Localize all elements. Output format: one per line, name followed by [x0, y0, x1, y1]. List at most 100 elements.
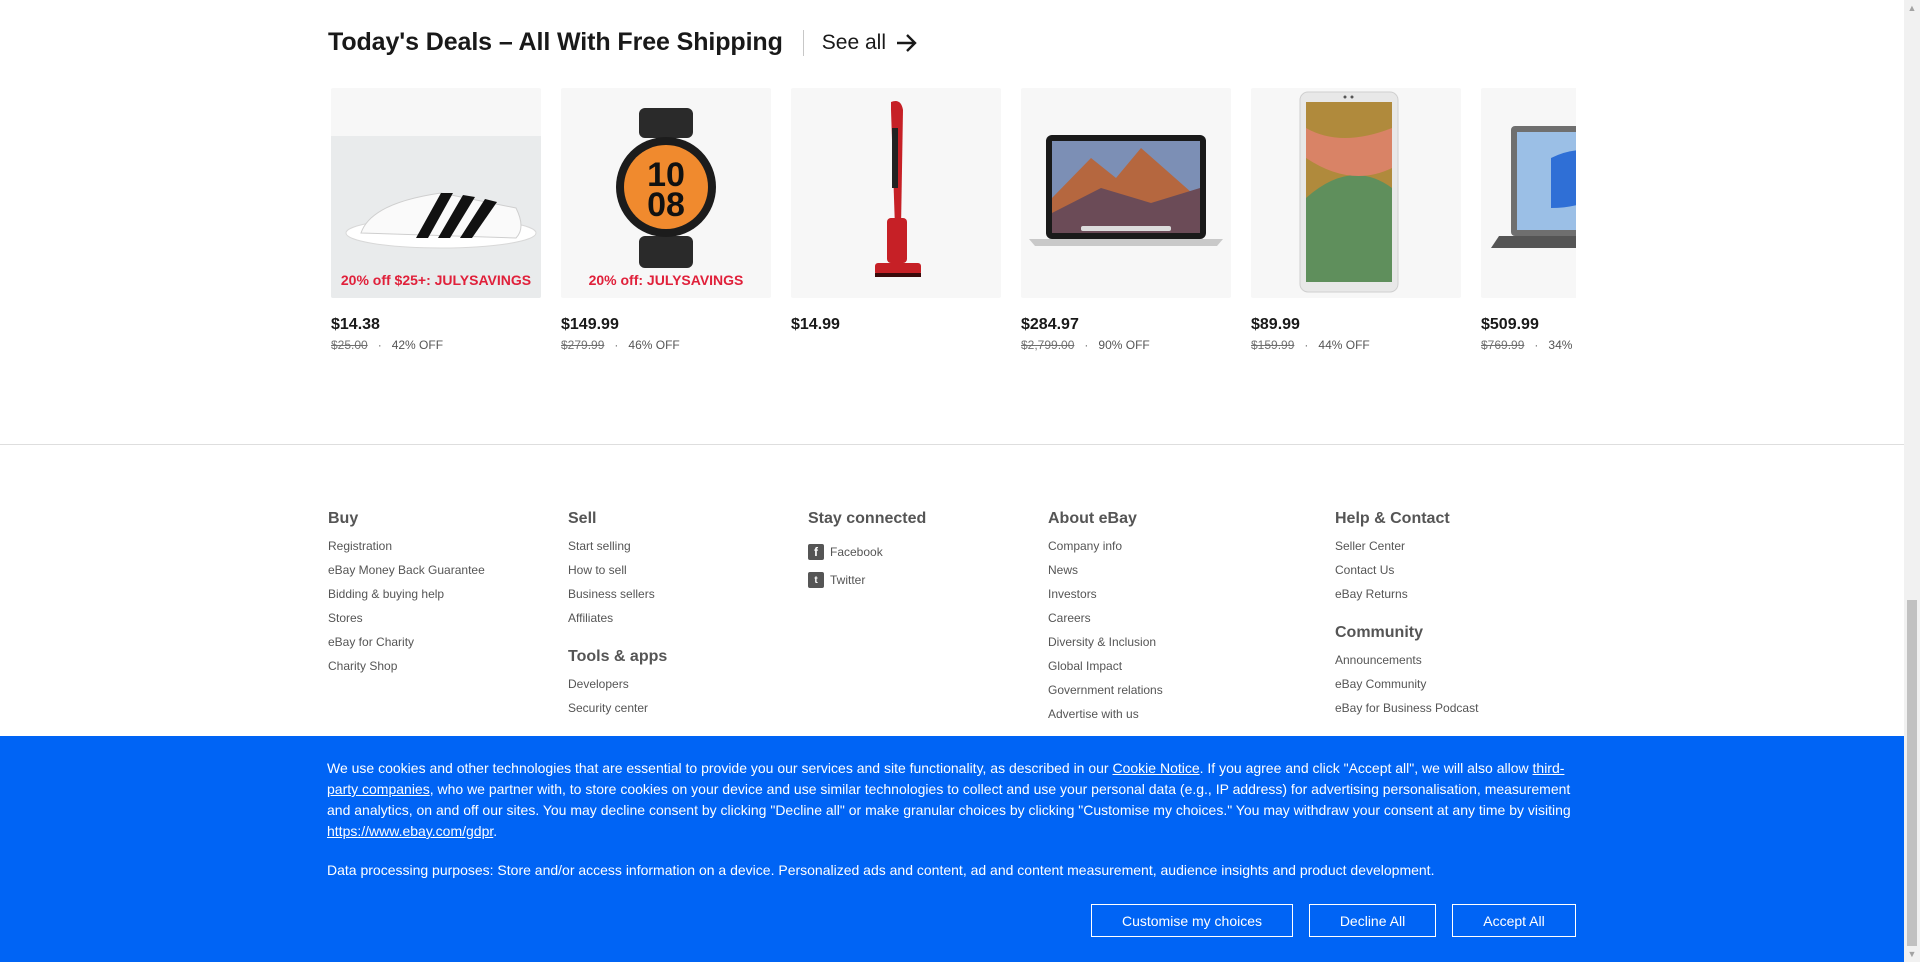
cookie-text: , who we partner with, to store cookies …	[327, 781, 1571, 818]
footer-link[interactable]: Investors	[1048, 586, 1163, 610]
page: Today's Deals – All With Free Shipping S…	[0, 0, 1904, 962]
footer-link[interactable]: eBay for Charity	[328, 634, 485, 658]
footer-link[interactable]: Business sellers	[568, 586, 667, 610]
product-image[interactable]: 10 08 20% off: JULYSAVINGS	[561, 88, 771, 298]
deal-card[interactable]: $14.99	[791, 88, 1001, 335]
see-all-label: See all	[821, 30, 886, 54]
footer-link[interactable]: Bidding & buying help	[328, 586, 485, 610]
discount: 90% OFF	[1098, 338, 1150, 352]
decline-all-button[interactable]: Decline All	[1309, 904, 1436, 937]
footer-col-stay-connected: Stay connected f Facebook t Twitter	[808, 510, 926, 594]
scrollbar-thumb[interactable]	[1907, 600, 1917, 946]
discount: 44% OFF	[1318, 338, 1370, 352]
price: $284.97	[1021, 316, 1079, 333]
separator-dot: ·	[614, 338, 619, 352]
footer-link[interactable]: Developers	[568, 676, 667, 700]
facebook-label: Facebook	[830, 545, 883, 559]
price: $14.99	[791, 316, 840, 333]
separator-dot: ·	[1084, 338, 1089, 352]
footer-link[interactable]: Announcements	[1335, 652, 1478, 676]
deal-card[interactable]: $509.99 $769.99 · 34%	[1481, 88, 1576, 352]
data-purposes-text: Data processing purposes: Store and/or a…	[327, 862, 1435, 878]
vertical-scrollbar[interactable]: ▲ ▼	[1904, 0, 1920, 962]
footer-link[interactable]: Seller Center	[1335, 538, 1478, 562]
product-image[interactable]	[1021, 88, 1231, 298]
separator-dot: ·	[1534, 338, 1539, 352]
footer-link[interactable]: Government relations	[1048, 682, 1163, 706]
discount: 46% OFF	[628, 338, 680, 352]
product-image[interactable]	[1251, 88, 1461, 298]
footer-link[interactable]: Contact Us	[1335, 562, 1478, 586]
see-all-link[interactable]: See all	[822, 31, 918, 55]
arrow-right-icon	[897, 33, 917, 52]
twitter-icon: t	[808, 572, 824, 588]
twitter-label: Twitter	[830, 573, 866, 587]
footer-link[interactable]: Company info	[1048, 538, 1163, 562]
twitter-link[interactable]: t Twitter	[808, 566, 926, 594]
original-price: $159.99	[1251, 338, 1295, 352]
deals-title: Today's Deals – All With Free Shipping	[328, 28, 783, 56]
customise-choices-button[interactable]: Customise my choices	[1091, 904, 1293, 937]
cookie-text: .	[493, 823, 498, 839]
tablet-image	[1299, 91, 1399, 293]
deal-card[interactable]: $284.97 $2,799.00 · 90% OFF	[1021, 88, 1231, 352]
original-price: $2,799.00	[1021, 338, 1075, 352]
footer-heading: Help & Contact	[1335, 510, 1450, 527]
cookie-text: We use cookies and other technologies th…	[327, 760, 1113, 776]
price: $509.99	[1481, 316, 1539, 333]
cookie-text: . If you agree and click "Accept all", w…	[1199, 760, 1533, 776]
footer-link[interactable]: News	[1048, 562, 1163, 586]
deals-carousel: 20% off $25+: JULYSAVINGS $14.38 $25.00 ·…	[331, 88, 1576, 358]
divider	[802, 29, 804, 56]
footer-heading: Stay connected	[808, 510, 927, 527]
footer-link[interactable]: Registration	[328, 538, 485, 562]
gdpr-link[interactable]: https://www.ebay.com/gdpr	[327, 823, 493, 839]
stick-vacuum-image	[875, 101, 921, 277]
footer-link[interactable]: eBay Returns	[1335, 586, 1478, 610]
product-image[interactable]	[1481, 88, 1576, 298]
original-price: $769.99	[1481, 338, 1525, 352]
slide-sandal-image	[345, 192, 537, 249]
price: $149.99	[561, 316, 619, 333]
footer-link[interactable]: Security center	[568, 700, 667, 724]
scroll-up-icon[interactable]: ▲	[1904, 0, 1920, 16]
accept-all-button[interactable]: Accept All	[1452, 904, 1576, 937]
footer-link[interactable]: How to sell	[568, 562, 667, 586]
price-meta: $279.99 · 46% OFF	[561, 338, 771, 352]
footer-link[interactable]: eBay for Business Podcast	[1335, 700, 1478, 724]
deal-card[interactable]: 10 08 20% off: JULYSAVINGS $149.99 $279.…	[561, 88, 771, 352]
footer-link[interactable]: Stores	[328, 610, 485, 634]
footer-col-help: Help & Contact Seller Center Contact Us …	[1335, 510, 1478, 724]
product-image[interactable]: 20% off $25+: JULYSAVINGS	[331, 88, 541, 298]
footer-heading: Sell	[568, 510, 597, 527]
footer-link[interactable]: eBay Community	[1335, 676, 1478, 700]
separator-dot: ·	[377, 338, 382, 352]
facebook-link[interactable]: f Facebook	[808, 538, 926, 566]
footer-col-sell: Sell Start selling How to sell Business …	[568, 510, 667, 724]
footer-link[interactable]: eBay Money Back Guarantee	[328, 562, 485, 586]
smartwatch-image: 10 08	[616, 108, 716, 268]
footer-link[interactable]: Charity Shop	[328, 658, 485, 682]
footer-link[interactable]: Careers	[1048, 610, 1163, 634]
deal-card[interactable]: $89.99 $159.99 · 44% OFF	[1251, 88, 1461, 352]
price-meta: $25.00 · 42% OFF	[331, 338, 541, 352]
scroll-down-icon[interactable]: ▼	[1904, 946, 1920, 962]
footer-link[interactable]: Advertise with us	[1048, 706, 1163, 730]
footer-heading: About eBay	[1048, 510, 1137, 527]
cookie-notice-link[interactable]: Cookie Notice	[1112, 760, 1199, 776]
footer-heading: Tools & apps	[568, 648, 668, 665]
price-meta: $769.99 · 34%	[1481, 338, 1576, 352]
deals-header: Today's Deals – All With Free Shipping S…	[328, 28, 918, 57]
price-meta: $2,799.00 · 90% OFF	[1021, 338, 1231, 352]
deal-card[interactable]: 20% off $25+: JULYSAVINGS $14.38 $25.00 ·…	[331, 88, 541, 352]
section-divider	[0, 444, 1904, 445]
footer-link[interactable]: Start selling	[568, 538, 667, 562]
footer-link[interactable]: Global Impact	[1048, 658, 1163, 682]
price-meta: $159.99 · 44% OFF	[1251, 338, 1461, 352]
laptop-image	[1491, 126, 1576, 248]
product-image[interactable]	[791, 88, 1001, 298]
footer-link[interactable]: Affiliates	[568, 610, 667, 634]
footer-link[interactable]: Diversity & Inclusion	[1048, 634, 1163, 658]
original-price: $25.00	[331, 338, 368, 352]
discount: 34%	[1548, 338, 1573, 352]
